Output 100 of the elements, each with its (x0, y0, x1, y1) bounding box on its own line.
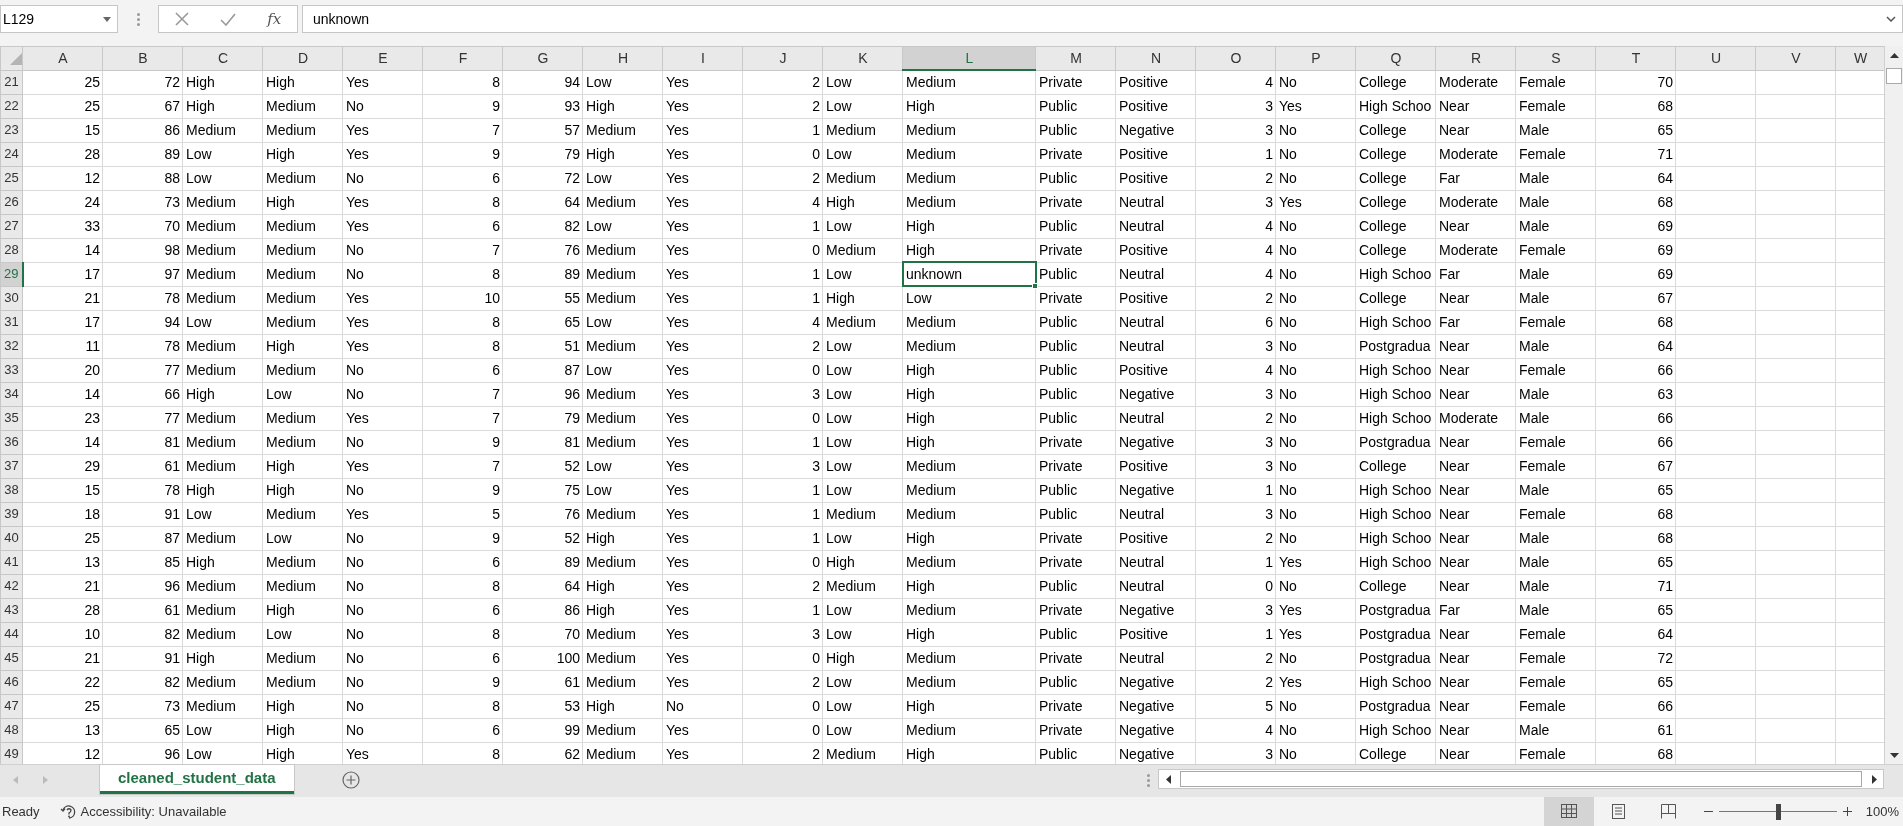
column-header[interactable]: Q (1355, 46, 1436, 70)
dropdown-icon[interactable] (103, 16, 111, 22)
row-header[interactable]: 25 (0, 166, 23, 190)
table-cell: 4 (1195, 70, 1276, 94)
table-cell: Medium (582, 718, 663, 742)
column-header[interactable]: V (1755, 46, 1836, 70)
column-header[interactable]: F (422, 46, 503, 70)
grip-icon[interactable] (1146, 773, 1150, 787)
row-header[interactable]: 44 (0, 622, 23, 646)
column-header[interactable]: R (1435, 46, 1516, 70)
row-header[interactable]: 36 (0, 430, 23, 454)
cancel-icon[interactable] (174, 12, 189, 26)
column-header[interactable]: S (1515, 46, 1596, 70)
table-cell: 1 (742, 526, 823, 550)
column-header[interactable]: G (502, 46, 583, 70)
vertical-scrollbar[interactable] (1884, 46, 1903, 764)
column-header[interactable]: T (1595, 46, 1676, 70)
table-cell: High (262, 454, 343, 478)
row-header[interactable]: 46 (0, 670, 23, 694)
row-header[interactable]: 24 (0, 142, 23, 166)
table-cell: Public (1035, 118, 1116, 142)
row-header[interactable]: 29 (0, 262, 23, 286)
accessibility-icon[interactable] (59, 803, 78, 820)
row-header[interactable]: 39 (0, 502, 23, 526)
row-header[interactable]: 41 (0, 550, 23, 574)
row-header[interactable]: 35 (0, 406, 23, 430)
row-header[interactable]: 38 (0, 478, 23, 502)
row-header[interactable]: 34 (0, 382, 23, 406)
table-cell: Yes (662, 550, 743, 574)
scrollbar-thumb[interactable] (1180, 771, 1862, 787)
table-cell: 3 (1195, 502, 1276, 526)
column-header[interactable]: K (822, 46, 903, 70)
table-cell: 1 (1195, 622, 1276, 646)
column-header[interactable]: D (262, 46, 343, 70)
row-header[interactable]: 42 (0, 574, 23, 598)
name-box[interactable]: L129 (0, 5, 118, 33)
table-cell: Yes (662, 574, 743, 598)
table-cell: Male (1515, 262, 1596, 286)
table-cell: 67 (1595, 454, 1676, 478)
row-header[interactable]: 21 (0, 70, 23, 94)
table-cell: High (902, 694, 1036, 718)
table-cell: Medium (582, 334, 663, 358)
column-header[interactable]: B (102, 46, 183, 70)
column-header[interactable]: N (1115, 46, 1196, 70)
row-header[interactable]: 37 (0, 454, 23, 478)
column-header[interactable]: E (342, 46, 423, 70)
horizontal-scrollbar[interactable] (1158, 769, 1884, 789)
row-header[interactable]: 40 (0, 526, 23, 550)
table-cell: High (902, 214, 1036, 238)
row-header[interactable]: 30 (0, 286, 23, 310)
table-cell: Public (1035, 670, 1116, 694)
row-header[interactable]: 27 (0, 214, 23, 238)
row-header[interactable]: 49 (0, 742, 23, 764)
row-header[interactable]: 47 (0, 694, 23, 718)
column-header[interactable]: J (742, 46, 823, 70)
row-header[interactable]: 48 (0, 718, 23, 742)
column-header[interactable]: C (182, 46, 263, 70)
row-header[interactable]: 32 (0, 334, 23, 358)
table-cell: Yes (662, 262, 743, 286)
column-header[interactable]: H (582, 46, 663, 70)
table-cell: Yes (342, 214, 423, 238)
column-header[interactable]: P (1275, 46, 1356, 70)
accessibility-status[interactable]: Accessibility: Unavailable (80, 801, 227, 822)
table-cell: Public (1035, 382, 1116, 406)
row-header[interactable]: 23 (0, 118, 23, 142)
table-cell: Male (1515, 166, 1596, 190)
table-cell: Far (1435, 166, 1516, 190)
scrollbar-thumb[interactable] (1886, 68, 1902, 84)
normal-view-button[interactable] (1543, 797, 1594, 826)
table-cell: 66 (1595, 358, 1676, 382)
row-header[interactable]: 26 (0, 190, 23, 214)
table-cell: 12 (22, 166, 103, 190)
zoom-in-button[interactable] (1842, 807, 1852, 816)
fill-handle[interactable] (1032, 282, 1038, 289)
column-header[interactable]: O (1195, 46, 1276, 70)
formula-field[interactable]: unknown (302, 5, 1903, 33)
row-header[interactable]: 45 (0, 646, 23, 670)
plus-circle-icon (341, 771, 360, 789)
insert-function-button[interactable]: fx (267, 7, 282, 31)
row-header[interactable]: 22 (0, 94, 23, 118)
row-header[interactable]: 28 (0, 238, 23, 262)
zoom-level[interactable]: 100% (1865, 801, 1899, 822)
table-cell: 70 (1595, 70, 1676, 94)
table-cell: Female (1515, 310, 1596, 334)
column-header[interactable]: M (1035, 46, 1116, 70)
zoom-slider-thumb[interactable] (1775, 803, 1781, 820)
column-header[interactable]: I (662, 46, 743, 70)
table-cell: 69 (1595, 238, 1676, 262)
column-header[interactable]: A (22, 46, 103, 70)
column-header[interactable]: L (902, 46, 1036, 70)
table-cell: No (662, 694, 743, 718)
row-header[interactable]: 31 (0, 310, 23, 334)
sheet-tab[interactable]: cleaned_student_data (100, 765, 294, 794)
table-cell: 22 (22, 670, 103, 694)
column-header[interactable]: U (1675, 46, 1756, 70)
expand-icon[interactable] (1886, 16, 1896, 22)
column-header[interactable]: W (1835, 46, 1884, 70)
check-icon[interactable] (220, 12, 236, 26)
row-header[interactable]: 43 (0, 598, 23, 622)
row-header[interactable]: 33 (0, 358, 23, 382)
